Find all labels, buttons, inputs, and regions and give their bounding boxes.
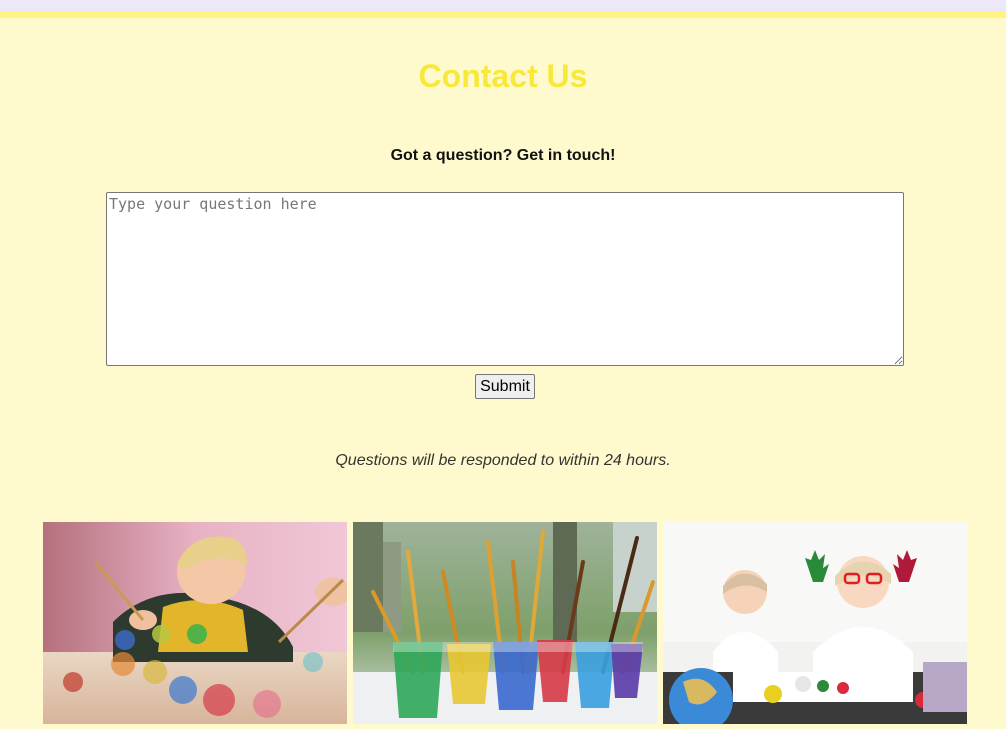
submit-button[interactable]: Submit: [475, 374, 535, 399]
top-accent-line: [0, 12, 1006, 18]
boy-painting-photo: [43, 522, 347, 724]
response-time-note: Questions will be responded to within 24…: [335, 452, 671, 469]
top-nav-strip: [0, 0, 1006, 12]
paint-brushes-in-cups-photo: [353, 522, 657, 724]
page-title: Contact Us: [418, 58, 588, 94]
girls-with-painted-hands-photo: [663, 522, 967, 724]
question-textarea[interactable]: [106, 192, 904, 366]
contact-subtitle: Got a question? Get in touch!: [390, 147, 616, 164]
